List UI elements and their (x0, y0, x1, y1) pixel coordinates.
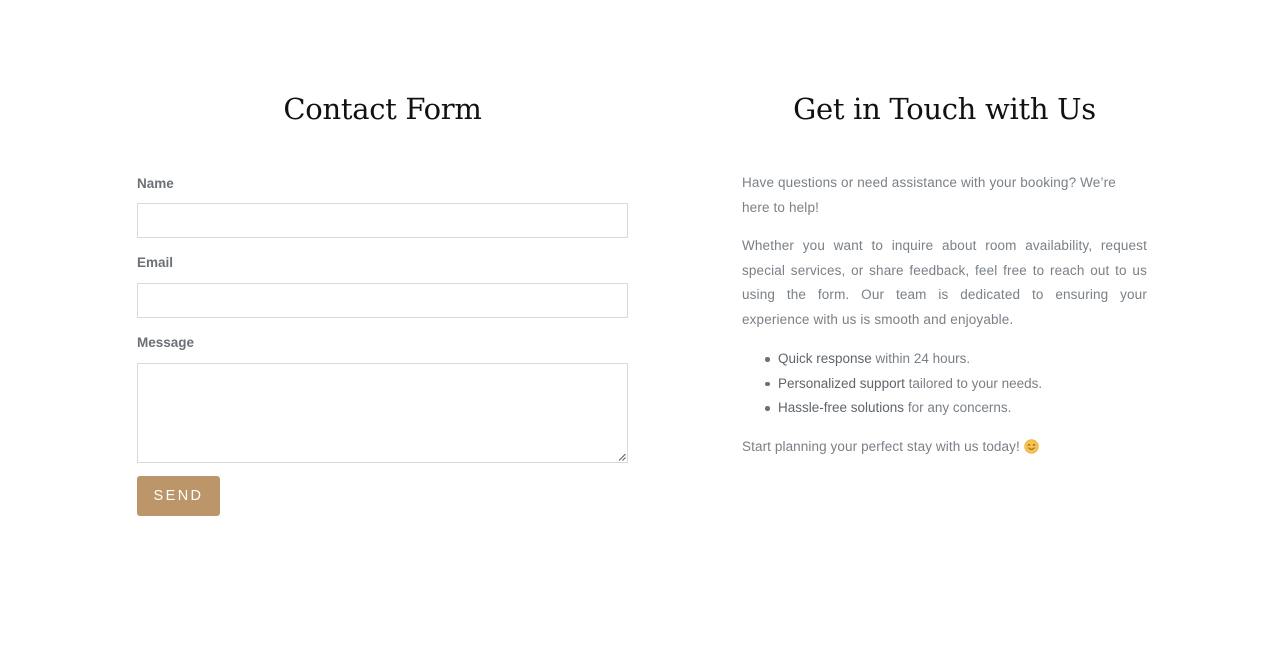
list-item: Quick response within 24 hours. (742, 347, 1147, 372)
benefit-strong: Quick response (778, 351, 872, 366)
bullet-dot-icon (765, 381, 770, 387)
benefits-list: Quick response within 24 hours. Personal… (742, 347, 1147, 421)
closing-text: Start planning your perfect stay with us… (742, 439, 1020, 454)
list-item: Personalized support tailored to your ne… (742, 372, 1147, 397)
email-input[interactable] (137, 283, 628, 318)
contact-page: Contact Form Name Email Message SEND Get… (0, 0, 1280, 654)
name-label: Name (137, 176, 174, 191)
details-paragraph: Whether you want to inquire about room a… (742, 238, 1147, 327)
closing-line: Start planning your perfect stay with us… (742, 435, 1039, 460)
benefit-text: tailored to your needs. (904, 375, 1043, 391)
benefit-strong: Personalized support (778, 375, 905, 391)
benefit-strong: Hassle-free solutions (778, 400, 905, 416)
contact-form-title: Contact Form (283, 92, 482, 126)
message-field-wrapper (137, 363, 628, 463)
benefit-text: for any concerns. (904, 400, 1012, 416)
get-in-touch-title: Get in Touch with Us (793, 92, 1096, 126)
name-input[interactable] (137, 203, 628, 238)
benefit-text: within 24 hours. (871, 351, 971, 366)
send-button[interactable]: SEND (137, 476, 220, 516)
message-textarea[interactable] (137, 363, 628, 463)
bullet-dot-icon (765, 357, 770, 362)
smiling-face-icon (1024, 439, 1039, 454)
bullet-dot-icon (765, 406, 770, 411)
message-label: Message (137, 335, 195, 350)
intro-paragraph: Have questions or need assistance with y… (742, 175, 1116, 215)
resize-grip-icon[interactable] (618, 453, 626, 461)
list-item: Hassle-free solutions for any concerns. (742, 396, 1147, 421)
email-label: Email (137, 255, 174, 270)
